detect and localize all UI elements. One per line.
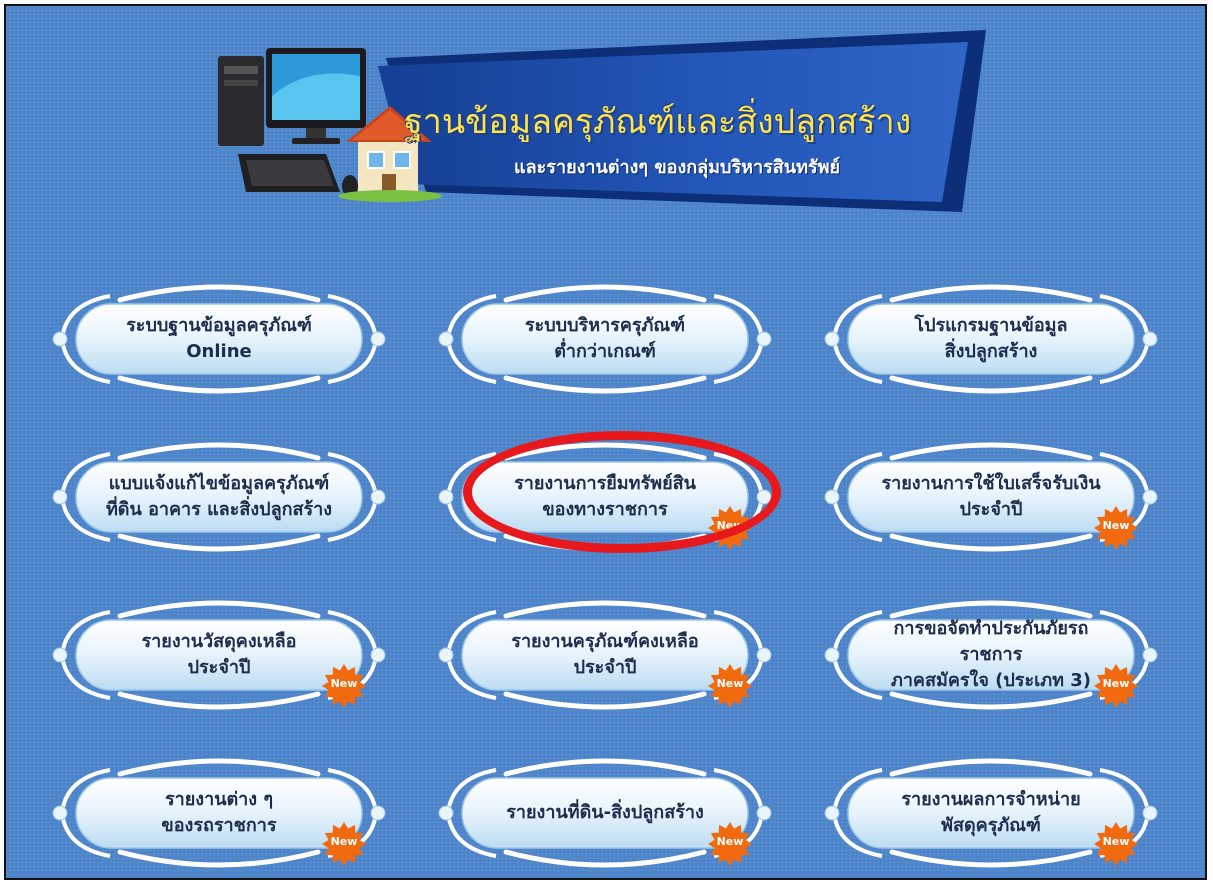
tile-label-line1: รายงานครุภัณฑ์คงเหลือ [511,631,699,652]
highlight-oval [463,431,781,553]
tile-label-line1: รายงานวัสดุคงเหลือ [141,631,297,652]
new-badge-label: New [1102,519,1130,532]
menu-tile-7[interactable]: รายงานวัสดุคงเหลือ ประจำปี New [50,594,388,716]
page-title: ฐานข้อมูลครุภัณฑ์และสิ่งปลูกสร้าง [404,102,912,142]
menu-tile-3[interactable]: โปรแกรมฐานข้อมูลสิ่งปลูกสร้าง [822,278,1160,400]
tile-label: รายงานต่าง ๆของรถราชการ [100,780,338,846]
page-subtitle: และรายงานต่างๆ ของกลุ่มบริหารสินทรัพย์ [514,157,841,178]
new-badge: New [708,664,752,708]
tile-label-line2: ประจำปี [187,657,251,678]
tile-label-line1: รายงานการใช้ใบเสร็จรับเงิน [881,473,1101,494]
menu-tile-1[interactable]: ระบบฐานข้อมูลครุภัณฑ์ Online [50,278,388,400]
tile-label-line2: ประจำปี [959,499,1023,520]
tile-label: แบบแจ้งแก้ไขข้อมูลครุภัณฑ์ที่ดิน อาคาร แ… [100,464,338,530]
menu-tile-8[interactable]: รายงานครุภัณฑ์คงเหลือ ประจำปี New [436,594,774,716]
new-badge: New [1094,822,1138,866]
tile-label-line2: สิ่งปลูกสร้าง [944,341,1038,362]
tile-label-line1: ระบบฐานข้อมูลครุภัณฑ์ [126,315,312,336]
tile-label-line2: ต่ำกว่าเกณฑ์ [554,341,656,362]
tile-label-line2: ประจำปี [573,657,637,678]
menu-tile-9[interactable]: การขอจัดทำประกันภัยรถราชการภาคสมัครใจ (ป… [822,594,1160,716]
tile-label-line1: ระบบบริหารครุภัณฑ์ [524,315,686,336]
tile-label-line1: การขอจัดทำประกันภัยรถราชการ [893,618,1089,665]
tile-label-line2: ของรถราชการ [161,815,277,836]
menu-tile-12[interactable]: รายงานผลการจำหน่าย พัสดุครุภัณฑ์ New [822,752,1160,874]
menu-tile-11[interactable]: รายงานที่ดิน-สิ่งปลูกสร้าง New [436,752,774,874]
tile-label-line1: รายงานต่าง ๆ [164,789,274,810]
tile-label: ระบบบริหารครุภัณฑ์ต่ำกว่าเกณฑ์ [486,306,724,372]
tile-label-line2: ภาคสมัครใจ (ประเภท 3) [890,670,1092,691]
tile-label-line2: Online [186,341,252,362]
tile-label: รายงานครุภัณฑ์คงเหลือประจำปี [486,622,724,688]
new-badge-label: New [716,677,744,690]
new-badge: New [1094,506,1138,550]
page-frame: ฐานข้อมูลครุภัณฑ์และสิ่งปลูกสร้าง และราย… [4,4,1207,880]
header-banner: ฐานข้อมูลครุภัณฑ์และสิ่งปลูกสร้าง และราย… [6,6,1205,256]
new-badge: New [322,664,366,708]
menu-tile-4[interactable]: แบบแจ้งแก้ไขข้อมูลครุภัณฑ์ที่ดิน อาคาร แ… [50,436,388,558]
tile-label: รายงานที่ดิน-สิ่งปลูกสร้าง [486,780,724,846]
tile-label: การขอจัดทำประกันภัยรถราชการภาคสมัครใจ (ป… [872,618,1110,691]
new-badge-label: New [716,835,744,848]
menu-tile-10[interactable]: รายงานต่าง ๆของรถราชการ New [50,752,388,874]
new-badge: New [1094,664,1138,708]
tile-label-line1: รายงานที่ดิน-สิ่งปลูกสร้าง [506,802,704,823]
menu-tile-2[interactable]: ระบบบริหารครุภัณฑ์ต่ำกว่าเกณฑ์ [436,278,774,400]
tile-label: โปรแกรมฐานข้อมูลสิ่งปลูกสร้าง [872,306,1110,372]
new-badge-label: New [1102,835,1130,848]
new-badge-label: New [1102,677,1130,690]
tile-label: รายงานการใช้ใบเสร็จรับเงินประจำปี [872,464,1110,530]
new-badge-label: New [330,835,358,848]
tile-label: รายงานผลการจำหน่ายพัสดุครุภัณฑ์ [872,780,1110,846]
tile-label-line1: แบบแจ้งแก้ไขข้อมูลครุภัณฑ์ [108,473,330,494]
tile-label-line2: พัสดุครุภัณฑ์ [941,815,1041,836]
tile-label-line2: ที่ดิน อาคาร และสิ่งปลูกสร้าง [105,499,333,520]
tile-label: รายงานวัสดุคงเหลือประจำปี [100,622,338,688]
menu-tile-6[interactable]: รายงานการใช้ใบเสร็จรับเงิน ประจำปี New [822,436,1160,558]
tile-label-line1: โปรแกรมฐานข้อมูล [914,315,1068,336]
tile-label: ระบบฐานข้อมูลครุภัณฑ์ Online [100,306,338,372]
new-badge-label: New [330,677,358,690]
new-badge: New [708,822,752,866]
computer-icon [218,48,366,197]
tile-label-line1: รายงานผลการจำหน่าย [901,789,1081,810]
new-badge: New [322,822,366,866]
